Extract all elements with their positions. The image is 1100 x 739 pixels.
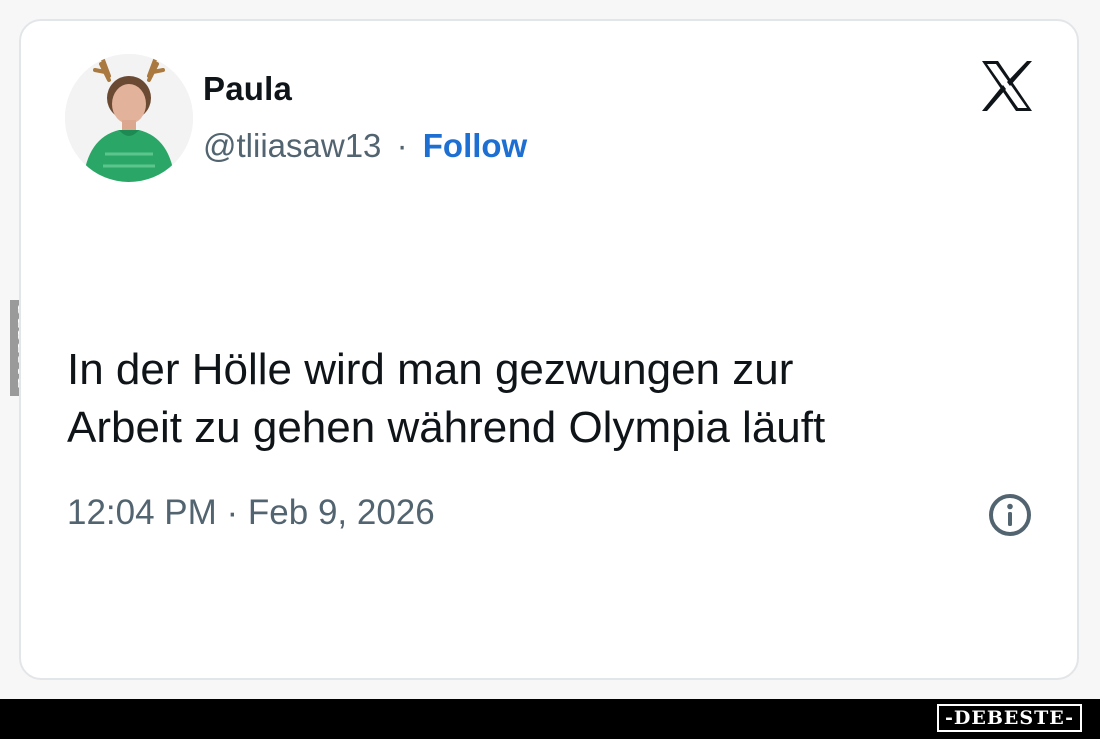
handle-separator: · — [396, 127, 408, 164]
tweet-card: Paula @tliiasaw13 · Follow In der Hölle … — [19, 19, 1079, 680]
timestamp[interactable]: 12:04 PM · Feb 9, 2026 — [67, 491, 435, 535]
user-block: Paula @tliiasaw13 · Follow — [203, 69, 527, 166]
bottom-watermark-bar: -DEBESTE- — [0, 699, 1100, 739]
info-icon[interactable] — [987, 492, 1033, 538]
handle-row: @tliiasaw13 · Follow — [203, 126, 527, 166]
avatar-image — [65, 54, 193, 182]
tweet-text: In der Hölle wird man gezwungen zur Arbe… — [67, 341, 1027, 457]
tweet-text-line-1: In der Hölle wird man gezwungen zur — [67, 345, 794, 394]
brand-logo: -DEBESTE- — [937, 704, 1082, 732]
display-name[interactable]: Paula — [203, 69, 527, 109]
page-background: DEBESTE Paula @tli — [0, 0, 1100, 739]
follow-button[interactable]: Follow — [423, 127, 527, 164]
tweet-text-line-2: Arbeit zu gehen während Olympia läuft — [67, 403, 826, 452]
user-handle[interactable]: @tliiasaw13 — [203, 127, 381, 164]
avatar[interactable] — [65, 54, 193, 182]
x-logo-icon[interactable] — [978, 57, 1036, 115]
